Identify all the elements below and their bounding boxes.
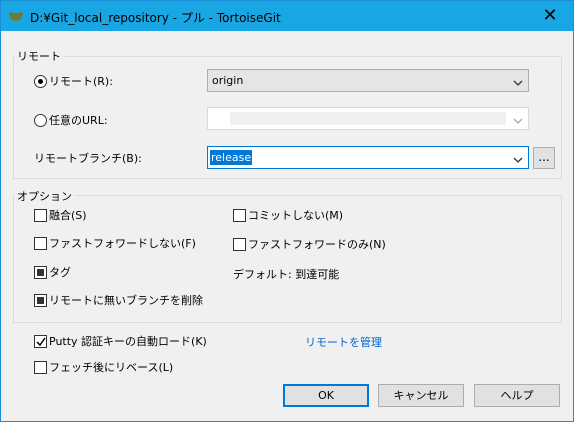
close-icon: ✕ [542,5,558,26]
no-ff-label[interactable]: ファストフォワードしない(F) [49,237,196,251]
tags-checkbox[interactable] [34,266,47,279]
remote-select-value: origin [212,74,244,87]
merge-checkbox[interactable] [34,209,47,222]
manage-remotes-link[interactable]: リモートを管理 [305,334,382,350]
rebase-checkbox[interactable] [34,361,47,374]
remote-branch-label: リモートブランチ(B): [34,152,142,165]
remote-select[interactable]: origin [207,69,529,92]
chevron-down-icon [513,154,523,167]
putty-label[interactable]: Putty 認証キーの自動ロード(K) [49,335,207,349]
no-ff-checkbox[interactable] [34,237,47,250]
remote-group-label: リモート [15,48,63,64]
prune-checkbox[interactable] [34,294,47,307]
ff-only-checkbox[interactable] [233,238,246,251]
ff-only-label[interactable]: ファストフォワードのみ(N) [248,238,386,252]
remote-branch-combo[interactable]: release [207,146,529,169]
tags-default-text: デフォルト: 到達可能 [233,268,340,281]
tortoisegit-app-icon [8,9,24,23]
remote-radio[interactable] [34,75,47,88]
url-radio-label[interactable]: 任意のURL: [49,114,108,128]
url-select[interactable] [207,107,529,130]
url-select-value [230,112,506,125]
remote-radio-label[interactable]: リモート(R): [49,75,113,89]
merge-label[interactable]: 融合(S) [49,209,87,223]
remote-branch-value[interactable]: release [210,150,253,165]
browse-branch-button[interactable]: ... [533,147,555,169]
rebase-label[interactable]: フェッチ後にリベース(L) [49,361,173,375]
no-commit-label[interactable]: コミットしない(M) [248,209,343,223]
title-bar[interactable]: D:¥Git_local_repository - プル - TortoiseG… [1,1,573,31]
chevron-down-icon [513,77,523,90]
chevron-down-icon [513,115,523,128]
putty-checkbox[interactable] [34,335,47,348]
url-radio[interactable] [34,114,47,127]
no-commit-checkbox[interactable] [233,209,246,222]
window-title: D:¥Git_local_repository - プル - TortoiseG… [30,11,281,25]
help-button[interactable]: ヘルプ [474,384,560,407]
prune-label[interactable]: リモートに無いブランチを削除 [49,294,203,308]
tags-label[interactable]: タグ [49,266,71,280]
options-group-label: オプション [15,188,74,204]
close-button[interactable]: ✕ [527,1,573,31]
cancel-button[interactable]: キャンセル [378,384,464,407]
tortoisegit-pull-dialog: D:¥Git_local_repository - プル - TortoiseG… [0,0,574,422]
checkmark-icon [36,337,46,347]
ok-button[interactable]: OK [283,384,369,407]
